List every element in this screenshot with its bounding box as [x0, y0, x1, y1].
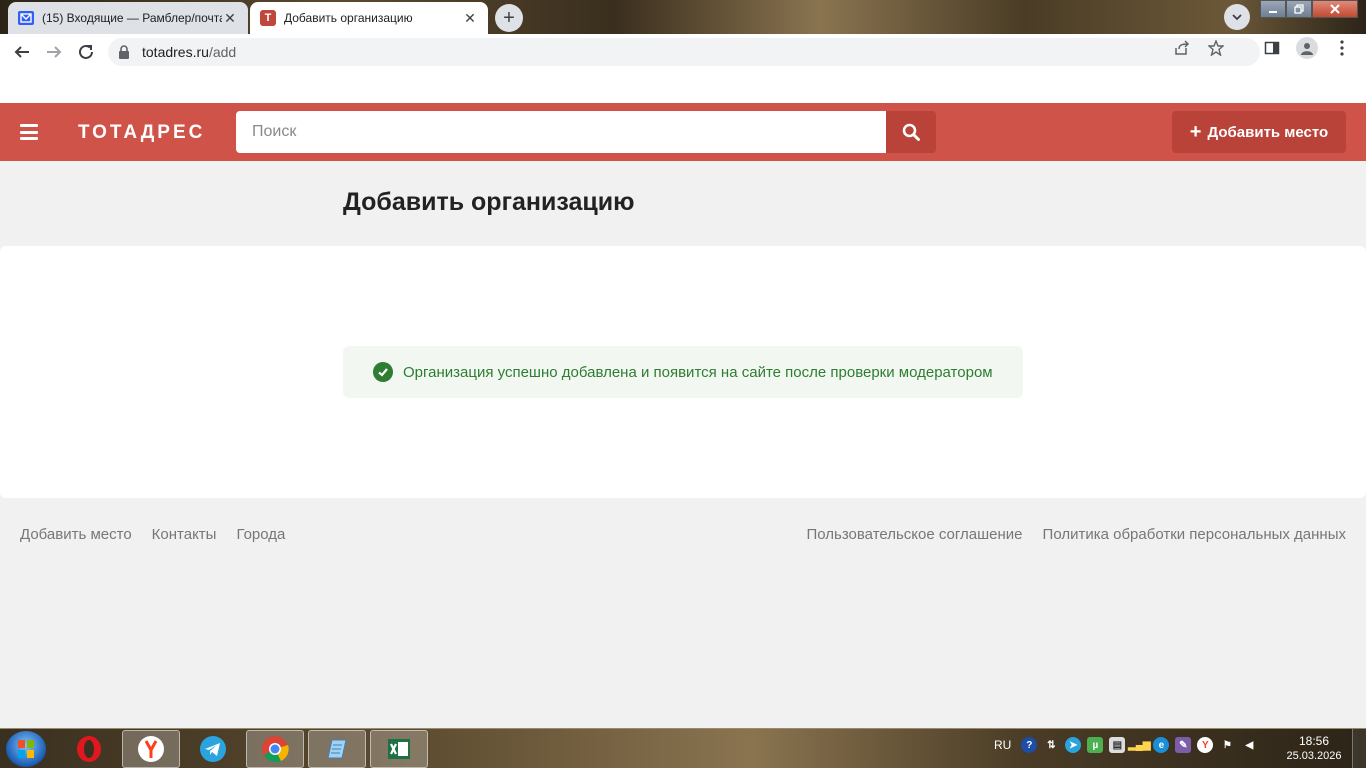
help-icon[interactable]: ? — [1021, 737, 1038, 753]
success-alert: Организация успешно добавлена и появится… — [343, 346, 1023, 398]
tab-title: (15) Входящие — Рамблер/почта — [42, 11, 222, 25]
minimize-icon — [1269, 11, 1277, 13]
success-message: Организация успешно добавлена и появится… — [403, 363, 993, 381]
tab-close-icon[interactable]: ✕ — [222, 10, 238, 27]
forward-button[interactable] — [42, 40, 66, 64]
yandex-browser-icon[interactable] — [122, 730, 180, 768]
address-bar[interactable]: totadres.ru/add — [108, 38, 1260, 66]
side-panel-icon[interactable] — [1262, 38, 1282, 58]
page-title: Добавить организацию — [343, 188, 635, 216]
footer-link-contacts[interactable]: Контакты — [152, 526, 217, 543]
footer-link-add-place[interactable]: Добавить место — [20, 526, 132, 543]
window-controls — [1260, 0, 1358, 18]
arrow-left-icon — [14, 46, 29, 58]
clock-time: 18:56 — [1298, 734, 1330, 748]
plus-icon: + — [1189, 121, 1202, 143]
search-input[interactable] — [236, 111, 886, 153]
windows-logo-icon — [18, 740, 34, 758]
chrome-icon[interactable] — [246, 730, 304, 768]
clipboard-icon[interactable]: ▤ — [1109, 737, 1126, 753]
url-host: totadres.ru — [142, 44, 209, 60]
back-button[interactable] — [10, 40, 34, 64]
volume-icon[interactable]: ◀ — [1241, 737, 1257, 753]
maximize-button[interactable] — [1286, 0, 1312, 18]
footer-link-privacy-policy[interactable]: Политика обработки персональных данных — [1043, 526, 1346, 543]
mail-icon — [18, 10, 34, 26]
footer-link-cities[interactable]: Города — [236, 526, 285, 543]
restore-icon — [1294, 4, 1304, 14]
site-logo[interactable]: ТОТАДРЕС — [78, 122, 205, 144]
site-header: ТОТАДРЕС + Добавить место — [0, 103, 1366, 161]
tab-add-organization[interactable]: T Добавить организацию ✕ — [250, 2, 488, 34]
browser-tab-strip: (15) Входящие — Рамблер/почта ✕ T Добави… — [0, 0, 1366, 34]
yandex-tray-icon[interactable]: Y — [1197, 737, 1214, 753]
system-clock[interactable]: 18:56 25.03.2026 — [1286, 734, 1342, 762]
signal-strength-icon[interactable]: ▂▄▆ — [1128, 737, 1150, 753]
more-menu-icon[interactable] — [1332, 38, 1352, 58]
arrow-right-icon — [47, 46, 62, 58]
telegram-icon[interactable] — [184, 730, 242, 768]
close-window-button[interactable] — [1312, 0, 1358, 18]
opera-icon[interactable] — [60, 730, 118, 768]
edge-icon[interactable]: e — [1153, 737, 1170, 753]
utorrent-icon[interactable]: µ — [1087, 737, 1104, 753]
clock-date: 25.03.2026 — [1286, 750, 1342, 762]
reload-button[interactable] — [74, 40, 98, 64]
app-tray-icon[interactable]: ✎ — [1175, 737, 1192, 753]
browser-actions — [1262, 37, 1352, 59]
language-indicator[interactable]: RU — [994, 738, 1011, 752]
tab-search-button[interactable] — [1224, 4, 1250, 30]
tab-close-icon[interactable]: ✕ — [462, 10, 478, 27]
address-bar-actions — [1172, 38, 1226, 58]
search-form — [236, 111, 936, 153]
share-icon[interactable] — [1172, 38, 1192, 58]
url-path: /add — [208, 44, 237, 60]
page-top-spacer — [0, 70, 1366, 103]
totadres-favicon: T — [260, 10, 276, 26]
search-icon — [902, 123, 920, 141]
minimize-button[interactable] — [1260, 0, 1286, 18]
footer-nav-right: Пользовательское соглашение Политика обр… — [806, 526, 1346, 543]
windows-start-button[interactable] — [6, 731, 46, 767]
footer-link-user-agreement[interactable]: Пользовательское соглашение — [806, 526, 1022, 543]
tab-rambler-mail[interactable]: (15) Входящие — Рамблер/почта ✕ — [8, 2, 248, 34]
show-desktop-button[interactable] — [1352, 729, 1366, 768]
footer-nav-left: Добавить место Контакты Города — [20, 526, 285, 543]
tab-title: Добавить организацию — [284, 11, 413, 25]
windows-taskbar: RU ? ⇅ ➤ µ ▤ ▂▄▆ e ✎ Y ⚑ ◀ 18:56 25.03.2… — [0, 728, 1366, 768]
reload-icon — [79, 44, 93, 59]
hamburger-menu-icon[interactable] — [20, 124, 38, 140]
flag-icon[interactable]: ⚑ — [1219, 737, 1235, 753]
chevron-down-icon — [1232, 14, 1242, 21]
bookmark-star-icon[interactable] — [1206, 38, 1226, 58]
browser-toolbar: totadres.ru/add — [0, 34, 1366, 70]
notepad-icon[interactable] — [308, 730, 366, 768]
add-place-button[interactable]: + Добавить место — [1172, 111, 1346, 153]
lock-icon — [118, 45, 130, 59]
add-place-label: Добавить место — [1207, 123, 1329, 141]
search-button[interactable] — [886, 111, 936, 153]
new-tab-button[interactable]: + — [495, 4, 523, 32]
content-card: Организация успешно добавлена и появится… — [0, 246, 1366, 498]
system-tray: RU ? ⇅ ➤ µ ▤ ▂▄▆ e ✎ Y ⚑ ◀ — [994, 737, 1257, 753]
excel-icon[interactable] — [370, 730, 428, 768]
close-icon — [1330, 4, 1340, 14]
tray-arrows-icon[interactable]: ⇅ — [1043, 737, 1059, 753]
profile-avatar-icon[interactable] — [1296, 37, 1318, 59]
telegram-tray-icon[interactable]: ➤ — [1065, 737, 1082, 753]
check-circle-icon — [373, 362, 393, 382]
